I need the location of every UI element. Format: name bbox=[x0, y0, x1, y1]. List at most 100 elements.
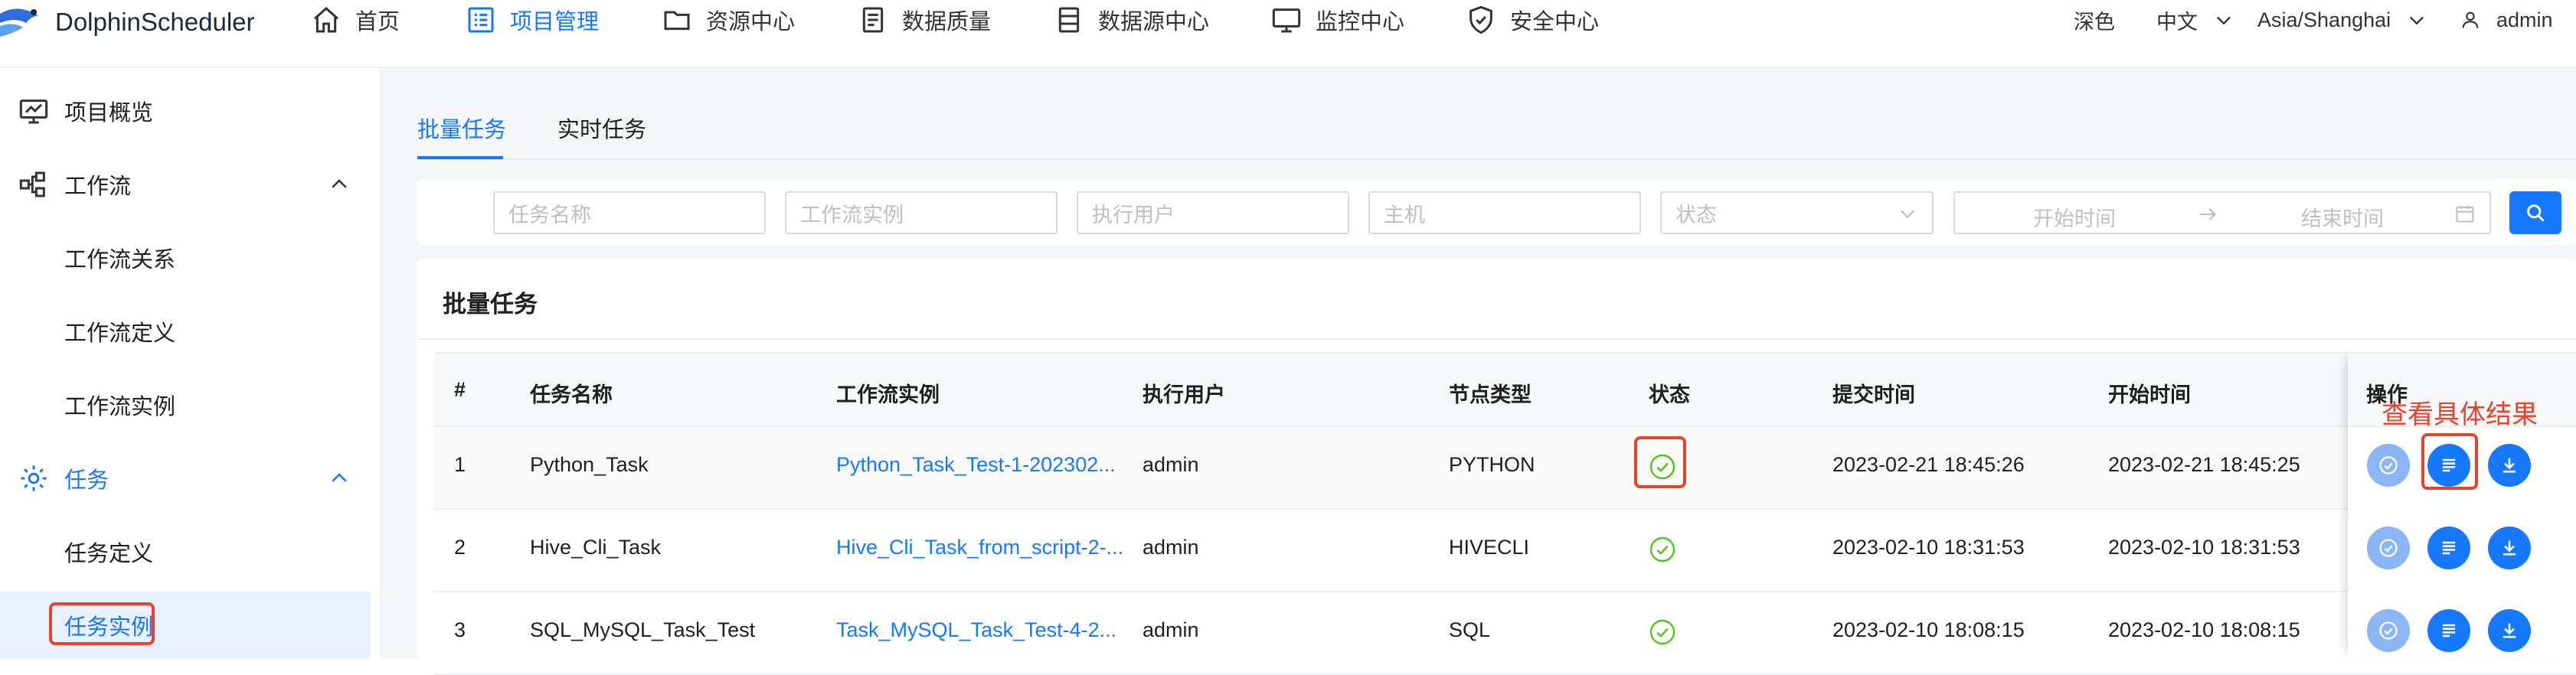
sidebar-item-label: 工作流关系 bbox=[64, 248, 176, 272]
project-icon bbox=[468, 7, 494, 33]
sidebar-item-task-definition[interactable]: 任务定义 bbox=[0, 518, 371, 585]
theme-toggle[interactable]: 深色 bbox=[2074, 0, 2115, 40]
highlight-box bbox=[1634, 436, 1686, 488]
end-time-placeholder: 结束时间 bbox=[2301, 207, 2384, 230]
search-button[interactable] bbox=[2509, 191, 2561, 234]
sidebar-item-task[interactable]: 任务 bbox=[0, 445, 371, 512]
nav-datasource-center[interactable]: 数据源中心 bbox=[1054, 0, 1209, 40]
row-index: 3 bbox=[454, 618, 466, 641]
status-select[interactable]: 状态 bbox=[1660, 191, 1934, 234]
tab-realtime-tasks[interactable]: 实时任务 bbox=[557, 112, 646, 144]
datasource-icon bbox=[1058, 7, 1080, 33]
column-header-workflow-instance: 工作流实例 bbox=[836, 383, 940, 406]
nav-data-quality[interactable]: 数据质量 bbox=[858, 0, 991, 40]
download-icon bbox=[2502, 458, 2516, 473]
download-log-button[interactable] bbox=[2488, 609, 2531, 652]
row-index: 1 bbox=[454, 453, 466, 476]
sidebar-item-label: 任务 bbox=[64, 468, 110, 493]
log-lines-icon bbox=[2442, 624, 2456, 638]
row-executor: admin bbox=[1143, 453, 1199, 476]
sidebar-item-workflow-instance[interactable]: 工作流实例 bbox=[0, 371, 371, 439]
theme-label: 深色 bbox=[2074, 10, 2115, 34]
status-select-placeholder: 状态 bbox=[1675, 203, 1717, 227]
success-check-icon bbox=[1649, 619, 1675, 645]
column-header-submit-time: 提交时间 bbox=[1832, 383, 1915, 406]
row-executor: admin bbox=[1143, 536, 1199, 559]
nav-monitor-center-label: 监控中心 bbox=[1316, 10, 1405, 34]
annotation-label: 查看具体结果 bbox=[2381, 400, 2538, 429]
row-index: 2 bbox=[454, 536, 466, 559]
row-start-time: 2023-02-10 18:08:15 bbox=[2108, 618, 2300, 641]
check-circle-icon bbox=[2379, 456, 2398, 474]
nav-monitor-center[interactable]: 监控中心 bbox=[1271, 0, 1404, 40]
table-row: 2 Hive_Cli_Task Hive_Cli_Task_from_scrip… bbox=[434, 510, 2576, 592]
calendar-icon bbox=[2456, 205, 2474, 223]
check-circle-icon bbox=[2379, 621, 2398, 640]
force-success-button[interactable] bbox=[2367, 609, 2410, 652]
host-input[interactable]: 主机 bbox=[1368, 191, 1641, 234]
row-workflow-instance-link[interactable]: Hive_Cli_Task_from_script-2-... bbox=[836, 536, 1123, 559]
chevron-up-icon bbox=[332, 473, 347, 482]
sidebar-item-workflow[interactable]: 工作流 bbox=[0, 151, 371, 218]
monitor-icon bbox=[1272, 8, 1301, 33]
row-start-time: 2023-02-10 18:31:53 bbox=[2108, 536, 2300, 559]
dolphin-logo-icon bbox=[0, 8, 38, 37]
nav-resource-center[interactable]: 资源中心 bbox=[662, 0, 795, 40]
user-menu[interactable]: admin bbox=[2460, 0, 2553, 40]
tabs-divider bbox=[417, 158, 2576, 160]
nav-security-center-label: 安全中心 bbox=[1510, 10, 1600, 34]
column-header-start-time: 开始时间 bbox=[2108, 383, 2191, 406]
top-header: DolphinScheduler 首页 项目管理 资源中心 数据质量 数据源中心… bbox=[0, 0, 2576, 68]
view-log-button[interactable] bbox=[2427, 609, 2470, 652]
arrow-right-icon bbox=[2199, 208, 2216, 220]
row-submit-time: 2023-02-10 18:08:15 bbox=[1832, 618, 2025, 641]
column-header-status: 状态 bbox=[1649, 383, 1690, 406]
chevron-down-icon bbox=[1901, 210, 1914, 219]
highlight-box bbox=[2421, 433, 2478, 490]
force-success-button[interactable] bbox=[2367, 444, 2410, 487]
row-node-type: SQL bbox=[1449, 618, 1491, 641]
row-workflow-instance-link[interactable]: Python_Task_Test-1-202302... bbox=[836, 453, 1116, 477]
chevron-up-icon bbox=[332, 179, 347, 188]
nav-security-center[interactable]: 安全中心 bbox=[1466, 0, 1599, 40]
row-task-name: Hive_Cli_Task bbox=[530, 536, 662, 559]
force-success-button[interactable] bbox=[2367, 527, 2410, 569]
sidebar-item-label: 工作流定义 bbox=[64, 321, 176, 346]
row-node-type: PYTHON bbox=[1449, 453, 1535, 476]
sidebar-item-workflow-definition[interactable]: 工作流定义 bbox=[0, 298, 371, 365]
sidebar-item-label: 工作流 bbox=[64, 174, 132, 199]
sidebar-item-project-overview[interactable]: 项目概览 bbox=[0, 77, 371, 145]
search-icon bbox=[2527, 204, 2545, 222]
nav-home[interactable]: 首页 bbox=[311, 0, 400, 40]
user-name: admin bbox=[2496, 8, 2553, 31]
task-name-input[interactable]: 任务名称 bbox=[493, 191, 766, 234]
sidebar: 项目概览 工作流 工作流关系 工作流定义 工作流实例 任务 任务定义 任务实例 bbox=[0, 68, 381, 659]
sidebar-item-workflow-relation[interactable]: 工作流关系 bbox=[0, 224, 371, 292]
folder-icon bbox=[664, 11, 690, 31]
workflow-instance-input[interactable]: 工作流实例 bbox=[785, 191, 1058, 234]
row-task-name: Python_Task bbox=[530, 453, 649, 476]
language-select[interactable]: 中文 bbox=[2156, 0, 2234, 40]
nav-project-management-label: 项目管理 bbox=[510, 10, 600, 34]
workflow-icon bbox=[19, 171, 45, 197]
timezone-select[interactable]: Asia/Shanghai bbox=[2257, 0, 2427, 40]
app-name[interactable]: DolphinScheduler bbox=[55, 5, 255, 39]
nav-datasource-center-label: 数据源中心 bbox=[1098, 10, 1210, 34]
row-workflow-instance-link[interactable]: Task_MySQL_Task_Test-4-2... bbox=[836, 618, 1116, 642]
view-log-button[interactable] bbox=[2427, 527, 2470, 569]
executor-input[interactable]: 执行用户 bbox=[1077, 191, 1349, 234]
download-log-button[interactable] bbox=[2488, 527, 2531, 569]
chevron-down-icon bbox=[2217, 16, 2231, 25]
download-icon bbox=[2502, 623, 2516, 638]
row-submit-time: 2023-02-21 18:45:26 bbox=[1832, 453, 2025, 476]
nav-project-management[interactable]: 项目管理 bbox=[466, 0, 599, 40]
success-check-icon bbox=[1649, 536, 1675, 562]
download-log-button[interactable] bbox=[2488, 444, 2531, 487]
data-quality-icon bbox=[862, 7, 884, 33]
date-range-picker[interactable]: 开始时间 结束时间 bbox=[1953, 191, 2491, 234]
column-header-executor: 执行用户 bbox=[1143, 383, 1225, 406]
column-header-index: # bbox=[454, 378, 466, 401]
shield-icon bbox=[1469, 5, 1492, 34]
tab-batch-tasks[interactable]: 批量任务 bbox=[417, 112, 506, 144]
column-header-task-name: 任务名称 bbox=[530, 383, 613, 406]
